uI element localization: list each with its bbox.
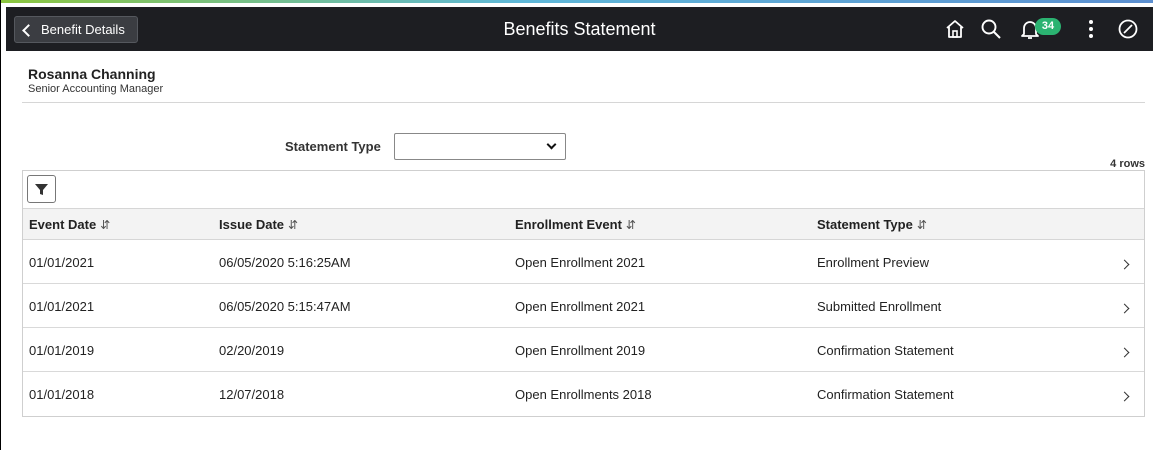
sort-icon: ⇵ [625, 218, 636, 232]
left-border [0, 0, 1, 450]
chevron-right-icon [1119, 259, 1130, 270]
event-date-cell: 01/01/2021 [29, 299, 95, 314]
enrollment-event-cell: Open Enrollment 2021 [515, 299, 646, 314]
column-header-label: Event Date [29, 217, 97, 232]
statements-grid: Event Date ⇵ Issue Date ⇵ Enrollment Event… [22, 170, 1145, 417]
statement-type-label: Statement Type [285, 139, 381, 154]
column-header-statement-type[interactable]: Statement Type ⇵ [817, 217, 927, 232]
table-row[interactable]: 01/01/2018 12/07/2018 Open Enrollments 2… [23, 372, 1144, 416]
statement-type-cell: Confirmation Statement [817, 343, 954, 358]
event-date-cell: 01/01/2018 [29, 387, 95, 402]
issue-date-cell: 06/05/2020 5:16:25AM [219, 255, 351, 270]
search-icon[interactable] [979, 17, 1003, 41]
issue-date-cell: 12/07/2018 [219, 387, 285, 402]
sort-icon: ⇵ [288, 218, 299, 232]
home-icon[interactable] [943, 17, 967, 41]
table-row[interactable]: 01/01/2019 02/20/2019 Open Enrollment 20… [23, 328, 1144, 372]
employee-info: Rosanna Channing Senior Accounting Manag… [28, 66, 163, 95]
grid-header: Event Date ⇵ Issue Date ⇵ Enrollment Event… [23, 208, 1144, 240]
row-count: 4 rows [1110, 158, 1145, 170]
chevron-right-icon [1119, 303, 1130, 314]
table-row[interactable]: 01/01/2021 06/05/2020 5:15:47AM Open Enr… [23, 284, 1144, 328]
column-header-label: Enrollment Event [515, 217, 622, 232]
statement-type-cell: Submitted Enrollment [817, 299, 942, 314]
issue-date-cell: 06/05/2020 5:15:47AM [219, 299, 351, 314]
column-header-label: Issue Date [219, 217, 285, 232]
enrollment-event-cell: Open Enrollment 2021 [515, 255, 646, 270]
column-header-event-date[interactable]: Event Date ⇵ [29, 217, 110, 232]
chevron-down-icon [546, 139, 557, 150]
filter-icon [35, 184, 48, 195]
sort-icon: ⇵ [916, 218, 927, 232]
event-date-cell: 01/01/2021 [29, 255, 95, 270]
filter-button[interactable] [27, 175, 56, 203]
divider [22, 102, 1145, 103]
employee-job-title: Senior Accounting Manager [28, 83, 164, 95]
statement-type-cell: Enrollment Preview [817, 255, 929, 270]
column-header-enrollment-event[interactable]: Enrollment Event ⇵ [515, 217, 636, 232]
compass-icon[interactable] [1116, 17, 1140, 41]
notification-badge[interactable]: 34 [1035, 18, 1061, 35]
employee-name: Rosanna Channing [28, 66, 156, 82]
more-icon[interactable] [1079, 17, 1103, 41]
issue-date-cell: 02/20/2019 [219, 343, 285, 358]
enrollment-event-cell: Open Enrollment 2019 [515, 343, 646, 358]
statement-type-cell: Confirmation Statement [817, 387, 954, 402]
column-header-label: Statement Type [817, 217, 913, 232]
chevron-right-icon [1119, 347, 1130, 358]
enrollment-event-cell: Open Enrollments 2018 [515, 387, 652, 402]
table-row[interactable]: 01/01/2021 06/05/2020 5:16:25AM Open Enr… [23, 240, 1144, 284]
event-date-cell: 01/01/2019 [29, 343, 95, 358]
top-accent-bar [0, 0, 1153, 3]
app-header: Benefit Details Benefits Statement 34 [6, 7, 1153, 51]
column-header-issue-date[interactable]: Issue Date ⇵ [219, 217, 298, 232]
chevron-right-icon [1119, 391, 1130, 402]
statement-type-select[interactable] [394, 133, 566, 160]
sort-icon: ⇵ [100, 218, 111, 232]
